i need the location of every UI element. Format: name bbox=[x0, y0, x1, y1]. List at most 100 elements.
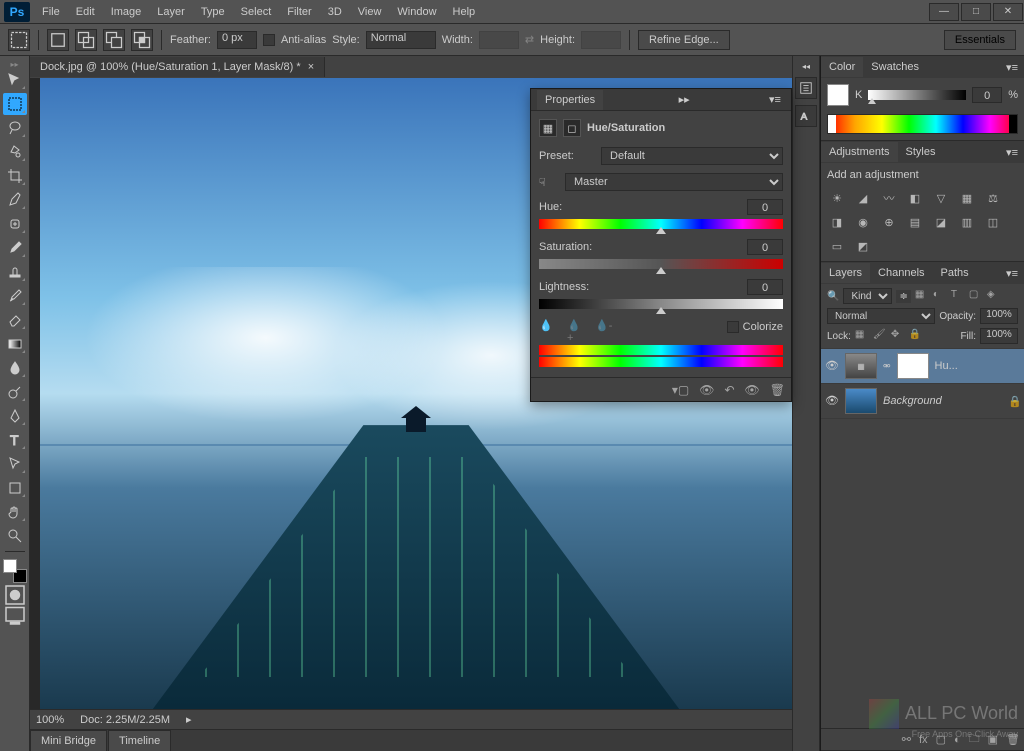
swap-dims-icon[interactable]: ⇄ bbox=[525, 33, 534, 46]
layer-name[interactable]: Background bbox=[883, 395, 1002, 407]
styles-tab[interactable]: Styles bbox=[898, 142, 944, 162]
lock-pixels-icon[interactable]: 🖌 bbox=[873, 329, 887, 343]
eyedropper-tool[interactable] bbox=[3, 189, 27, 211]
mask-mode-icon[interactable]: ◻ bbox=[563, 119, 581, 137]
character-panel-icon[interactable]: A bbox=[795, 105, 817, 127]
k-slider[interactable] bbox=[868, 90, 966, 100]
pen-tool[interactable] bbox=[3, 405, 27, 427]
saturation-value[interactable]: 0 bbox=[747, 239, 783, 255]
visibility-toggle-icon[interactable]: 👁 bbox=[825, 394, 839, 408]
bw-adj-icon[interactable]: ◨ bbox=[827, 213, 847, 231]
filter-shape-icon[interactable]: ▢ bbox=[969, 289, 983, 303]
screenmode-toggle[interactable] bbox=[3, 605, 27, 625]
dodge-tool[interactable] bbox=[3, 381, 27, 403]
path-select-tool[interactable] bbox=[3, 453, 27, 475]
hand-tool[interactable] bbox=[3, 501, 27, 523]
stamp-tool[interactable] bbox=[3, 261, 27, 283]
marquee-tool-preset[interactable] bbox=[8, 29, 30, 51]
color-lookup-adj-icon[interactable]: ▤ bbox=[905, 213, 925, 231]
channels-tab[interactable]: Channels bbox=[870, 263, 932, 283]
blur-tool[interactable] bbox=[3, 357, 27, 379]
levels-adj-icon[interactable]: ◢ bbox=[853, 189, 873, 207]
new-selection-icon[interactable] bbox=[47, 29, 69, 51]
lock-all-icon[interactable]: 🔒 bbox=[909, 329, 923, 343]
target-icon[interactable]: ☟ bbox=[539, 176, 559, 189]
opacity-input[interactable]: 100% bbox=[980, 308, 1018, 324]
menu-3d[interactable]: 3D bbox=[320, 2, 350, 22]
hue-slider[interactable] bbox=[539, 219, 783, 229]
hue-range-bar-input[interactable] bbox=[539, 345, 783, 355]
heal-tool[interactable] bbox=[3, 213, 27, 235]
crop-tool[interactable] bbox=[3, 165, 27, 187]
layer-thumbnail[interactable] bbox=[845, 388, 877, 414]
zoom-level[interactable]: 100% bbox=[36, 714, 64, 726]
menu-window[interactable]: Window bbox=[389, 2, 444, 22]
adjustments-panel-menu-icon[interactable]: ▾≡ bbox=[1000, 146, 1024, 159]
visibility-toggle-icon[interactable]: 👁 bbox=[825, 359, 839, 373]
invert-adj-icon[interactable]: ◪ bbox=[931, 213, 951, 231]
menu-edit[interactable]: Edit bbox=[68, 2, 103, 22]
filter-pixel-icon[interactable]: ▦ bbox=[915, 289, 929, 303]
photo-filter-adj-icon[interactable]: ◉ bbox=[853, 213, 873, 231]
properties-panel[interactable]: Properties ▸▸ ▾≡ ▦ ◻ Hue/Saturation Pres… bbox=[530, 88, 792, 402]
k-value[interactable]: 0 bbox=[972, 87, 1002, 103]
color-swatches[interactable] bbox=[3, 559, 27, 583]
layer-item[interactable]: 👁 Background 🔒 bbox=[821, 384, 1024, 419]
eyedropper-icon[interactable]: 💧 bbox=[539, 319, 559, 335]
anti-alias-checkbox[interactable] bbox=[263, 34, 275, 46]
menu-filter[interactable]: Filter bbox=[279, 2, 319, 22]
blend-mode-select[interactable]: Normal bbox=[827, 308, 935, 324]
vibrance-adj-icon[interactable]: ▽ bbox=[931, 189, 951, 207]
properties-menu-icon[interactable]: ▾≡ bbox=[765, 93, 785, 106]
add-selection-icon[interactable] bbox=[75, 29, 97, 51]
layers-tab[interactable]: Layers bbox=[821, 263, 870, 283]
adjustment-type-icon[interactable]: ▦ bbox=[539, 119, 557, 137]
swatches-tab[interactable]: Swatches bbox=[863, 57, 927, 77]
posterize-adj-icon[interactable]: ▥ bbox=[957, 213, 977, 231]
properties-panel-header[interactable]: Properties ▸▸ ▾≡ bbox=[531, 89, 791, 111]
menu-layer[interactable]: Layer bbox=[149, 2, 193, 22]
color-tab[interactable]: Color bbox=[821, 57, 863, 77]
fill-input[interactable]: 100% bbox=[980, 328, 1018, 344]
layers-panel-menu-icon[interactable]: ▾≡ bbox=[1000, 267, 1024, 280]
hue-value[interactable]: 0 bbox=[747, 199, 783, 215]
document-tab[interactable]: Dock.jpg @ 100% (Hue/Saturation 1, Layer… bbox=[30, 57, 325, 77]
colorize-checkbox[interactable] bbox=[727, 321, 739, 333]
paths-tab[interactable]: Paths bbox=[933, 263, 977, 283]
move-tool[interactable] bbox=[3, 69, 27, 91]
lasso-tool[interactable] bbox=[3, 117, 27, 139]
mini-bridge-tab[interactable]: Mini Bridge bbox=[30, 730, 107, 751]
lightness-value[interactable]: 0 bbox=[747, 279, 783, 295]
color-balance-adj-icon[interactable]: ⚖ bbox=[983, 189, 1003, 207]
mask-thumbnail[interactable] bbox=[897, 353, 929, 379]
properties-collapse-icon[interactable]: ▸▸ bbox=[675, 93, 694, 106]
essentials-button[interactable]: Essentials bbox=[944, 30, 1016, 50]
brightness-adj-icon[interactable]: ☀ bbox=[827, 189, 847, 207]
toggle-visibility-icon[interactable]: 👁 bbox=[745, 383, 760, 397]
spectrum-picker[interactable] bbox=[827, 114, 1018, 134]
menu-type[interactable]: Type bbox=[193, 2, 233, 22]
hue-adj-icon[interactable]: ▦ bbox=[957, 189, 977, 207]
layer-thumbnail[interactable]: ▦ bbox=[845, 353, 877, 379]
lock-transparent-icon[interactable]: ▦ bbox=[855, 329, 869, 343]
maximize-button[interactable]: □ bbox=[961, 3, 991, 21]
menu-file[interactable]: File bbox=[34, 2, 68, 22]
filter-adj-icon[interactable]: ◐ bbox=[933, 289, 947, 303]
menu-select[interactable]: Select bbox=[233, 2, 280, 22]
color-swatch[interactable] bbox=[827, 84, 849, 106]
menu-image[interactable]: Image bbox=[103, 2, 150, 22]
layer-kind-select[interactable]: Kind bbox=[843, 288, 892, 304]
width-input[interactable] bbox=[479, 31, 519, 49]
gradient-tool[interactable] bbox=[3, 333, 27, 355]
filter-search-icon[interactable]: 🔍 bbox=[827, 291, 839, 302]
foreground-color-swatch[interactable] bbox=[3, 559, 17, 573]
style-select[interactable]: Normal bbox=[366, 31, 436, 49]
saturation-slider[interactable] bbox=[539, 259, 783, 269]
minimize-button[interactable]: — bbox=[929, 3, 959, 21]
exposure-adj-icon[interactable]: ◧ bbox=[905, 189, 925, 207]
lock-position-icon[interactable]: ✥ bbox=[891, 329, 905, 343]
subtract-selection-icon[interactable] bbox=[103, 29, 125, 51]
feather-input[interactable]: 0 px bbox=[217, 31, 257, 49]
curves-adj-icon[interactable]: 〰 bbox=[879, 189, 899, 207]
selective-color-adj-icon[interactable]: ◩ bbox=[853, 237, 873, 255]
